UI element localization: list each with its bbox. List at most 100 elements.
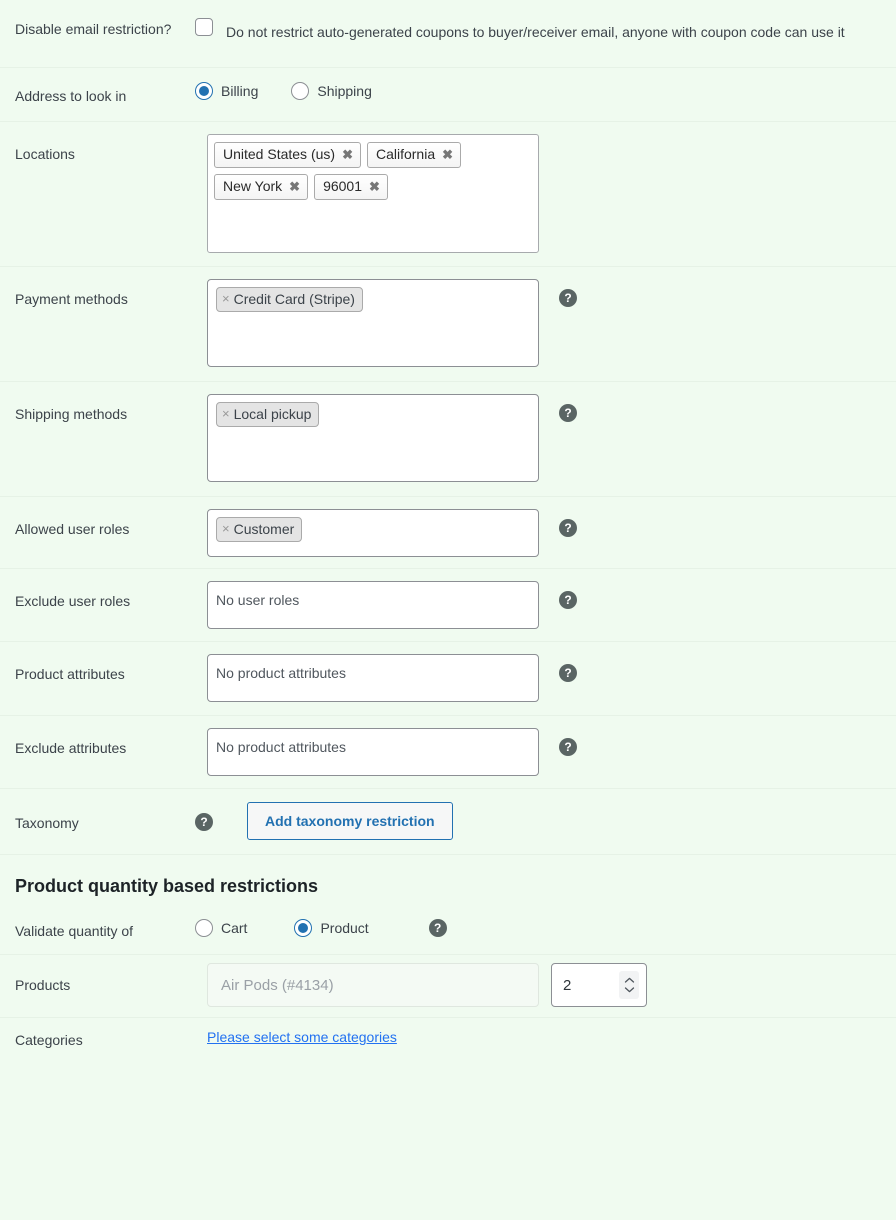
row-address-to-look-in: Address to look in Billing Shipping [0, 68, 896, 122]
radio-shipping-label: Shipping [317, 83, 372, 99]
location-chip[interactable]: United States (us) ✖ [214, 142, 361, 168]
close-icon[interactable]: ✖ [369, 180, 380, 193]
user-role-tag[interactable]: × Customer [216, 517, 303, 542]
products-field: 2 [195, 963, 896, 1007]
exclude-user-roles-field: No user roles ? [195, 581, 896, 629]
payment-method-tag[interactable]: × Credit Card (Stripe) [216, 287, 363, 312]
close-icon[interactable]: × [222, 520, 230, 538]
allowed-user-roles-label: Allowed user roles [15, 521, 130, 537]
row-shipping-methods: Shipping methods × Local pickup ? [0, 382, 896, 497]
validate-quantity-of-label: Validate quantity of [15, 923, 134, 939]
help-icon-allowed-user-roles[interactable]: ? [559, 519, 577, 537]
disable-email-restriction-label: Disable email restriction? [15, 21, 172, 37]
row-products: Products 2 [0, 955, 896, 1018]
help-icon-exclude-attributes[interactable]: ? [559, 738, 577, 756]
row-allowed-user-roles: Allowed user roles × Customer ? [0, 497, 896, 569]
row-disable-email-restriction: Disable email restriction? Do not restri… [0, 0, 896, 68]
product-attributes-label: Product attributes [15, 666, 125, 682]
radio-option-cart[interactable]: Cart [195, 918, 248, 937]
row-categories: Categories Please select some categories [0, 1018, 896, 1064]
address-to-look-in-label: Address to look in [15, 88, 127, 104]
radio-product-label: Product [320, 919, 369, 936]
payment-methods-label: Payment methods [15, 291, 128, 307]
coupon-restrictions-panel: Disable email restriction? Do not restri… [0, 0, 896, 1064]
exclude-attributes-select[interactable]: No product attributes [207, 728, 539, 776]
payment-method-tag-label: Credit Card (Stripe) [233, 291, 355, 307]
locations-label: Locations [15, 146, 75, 162]
product-attributes-placeholder: No product attributes [216, 665, 346, 681]
allowed-user-roles-field: × Customer ? [195, 509, 896, 557]
help-icon-payment-methods[interactable]: ? [559, 289, 577, 307]
select-categories-link[interactable]: Please select some categories [207, 1029, 397, 1045]
radio-cart-icon[interactable] [195, 918, 213, 937]
products-label: Products [15, 977, 71, 993]
row-exclude-attributes: Exclude attributes No product attributes… [0, 716, 896, 789]
stepper-chevrons-icon[interactable] [619, 971, 639, 999]
disable-email-restriction-checkbox[interactable] [195, 18, 213, 36]
disable-email-restriction-description: Do not restrict auto-generated coupons t… [226, 24, 845, 40]
location-chip-label: United States (us) [223, 146, 336, 162]
location-chip-label: California [375, 146, 436, 162]
close-icon[interactable]: × [222, 405, 230, 423]
row-validate-quantity-of: Validate quantity of Cart Product ? [0, 906, 896, 955]
taxonomy-field: ? Add taxonomy restriction [195, 802, 896, 840]
categories-label: Categories [15, 1032, 83, 1048]
payment-methods-multiselect[interactable]: × Credit Card (Stripe) [207, 279, 539, 367]
shipping-method-tag[interactable]: × Local pickup [216, 402, 320, 427]
section-title-product-quantity-restrictions: Product quantity based restrictions [15, 876, 319, 896]
row-exclude-user-roles: Exclude user roles No user roles ? [0, 569, 896, 642]
radio-option-billing[interactable]: Billing [195, 82, 258, 100]
row-payment-methods: Payment methods × Credit Card (Stripe) ? [0, 267, 896, 382]
allowed-user-roles-multiselect[interactable]: × Customer [207, 509, 539, 557]
radio-billing-icon[interactable] [195, 82, 213, 100]
location-chip-label: New York [223, 178, 283, 194]
location-chip-label: 96001 [323, 178, 362, 194]
add-taxonomy-restriction-button[interactable]: Add taxonomy restriction [247, 802, 453, 840]
product-attributes-select[interactable]: No product attributes [207, 654, 539, 702]
product-attributes-field: No product attributes ? [195, 654, 896, 702]
shipping-methods-label: Shipping methods [15, 406, 128, 422]
exclude-user-roles-label: Exclude user roles [15, 593, 131, 609]
products-quantity-value: 2 [563, 976, 572, 994]
help-icon-product-attributes[interactable]: ? [559, 664, 577, 682]
location-chip[interactable]: California ✖ [366, 142, 462, 168]
radio-option-product[interactable]: Product [294, 918, 369, 937]
location-chip[interactable]: 96001 ✖ [314, 174, 388, 200]
row-taxonomy: Taxonomy ? Add taxonomy restriction [0, 789, 896, 855]
products-quantity-stepper[interactable]: 2 [551, 963, 647, 1007]
help-icon-shipping-methods[interactable]: ? [559, 404, 577, 422]
exclude-user-roles-placeholder: No user roles [216, 592, 300, 608]
exclude-attributes-placeholder: No product attributes [216, 739, 346, 755]
address-to-look-in-field: Billing Shipping [195, 82, 896, 100]
close-icon[interactable]: ✖ [342, 148, 353, 161]
help-icon-exclude-user-roles[interactable]: ? [559, 591, 577, 609]
taxonomy-label: Taxonomy [15, 815, 79, 831]
exclude-attributes-label: Exclude attributes [15, 740, 127, 756]
row-product-attributes: Product attributes No product attributes… [0, 642, 896, 716]
categories-field: Please select some categories [195, 1029, 896, 1045]
locations-field: United States (us) ✖ California ✖ New Yo… [195, 134, 896, 253]
exclude-attributes-field: No product attributes ? [195, 728, 896, 776]
shipping-methods-field: × Local pickup ? [195, 394, 896, 482]
close-icon[interactable]: ✖ [442, 148, 453, 161]
exclude-user-roles-select[interactable]: No user roles [207, 581, 539, 629]
radio-cart-label: Cart [221, 919, 248, 936]
radio-billing-label: Billing [221, 83, 259, 99]
radio-option-shipping[interactable]: Shipping [291, 82, 372, 100]
close-icon[interactable]: × [222, 290, 230, 308]
products-search-input[interactable] [207, 963, 539, 1007]
close-icon[interactable]: ✖ [289, 180, 300, 193]
payment-methods-field: × Credit Card (Stripe) ? [195, 279, 896, 367]
validate-quantity-of-field: Cart Product ? [195, 918, 896, 937]
locations-multiselect[interactable]: United States (us) ✖ California ✖ New Yo… [207, 134, 539, 253]
help-icon-validate-quantity[interactable]: ? [428, 919, 447, 937]
radio-product-icon[interactable] [294, 918, 313, 937]
help-icon-taxonomy[interactable]: ? [195, 813, 213, 831]
row-locations: Locations United States (us) ✖ Californi… [0, 122, 896, 267]
shipping-methods-multiselect[interactable]: × Local pickup [207, 394, 539, 482]
radio-shipping-icon[interactable] [291, 82, 310, 100]
location-chip[interactable]: New York ✖ [214, 174, 309, 200]
user-role-tag-label: Customer [233, 521, 295, 537]
shipping-method-tag-label: Local pickup [233, 406, 312, 422]
disable-email-restriction-field: Do not restrict auto-generated coupons t… [195, 17, 896, 48]
